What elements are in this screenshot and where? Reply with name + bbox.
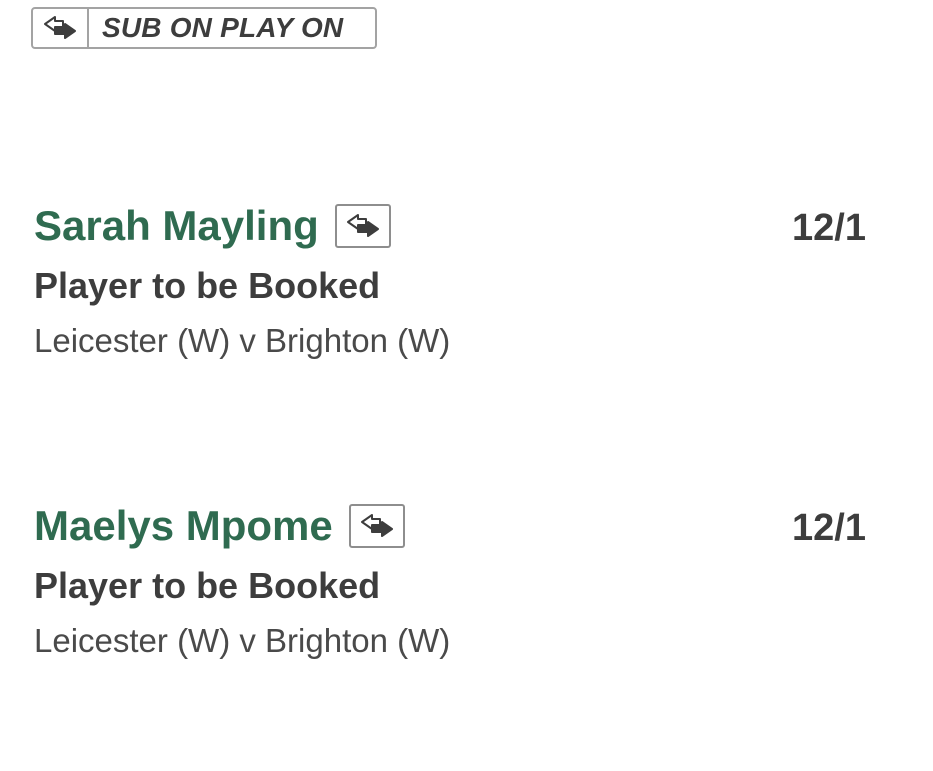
event-name: Leicester (W) v Brighton (W): [34, 322, 451, 359]
sub-on-play-on-badge: SUB ON PLAY ON: [31, 7, 377, 49]
selection-header: Maelys Mpome: [34, 500, 405, 552]
market-name: Player to be Booked: [34, 265, 381, 306]
player-name: Maelys Mpome: [34, 502, 333, 549]
substitution-arrows-icon: [33, 9, 89, 47]
selection-item: Sarah Mayling 12/1 Player to be Booked L…: [34, 200, 894, 360]
selection-header: Sarah Mayling: [34, 200, 391, 252]
badge-label: SUB ON PLAY ON: [102, 12, 344, 43]
player-name: Sarah Mayling: [34, 202, 319, 249]
event-name: Leicester (W) v Brighton (W): [34, 622, 451, 659]
market-name: Player to be Booked: [34, 565, 381, 606]
odds-value: 12/1: [792, 207, 866, 249]
substitution-arrows-icon: [348, 504, 405, 548]
substitution-arrows-icon: [334, 204, 391, 248]
odds-value: 12/1: [792, 507, 866, 549]
selection-item: Maelys Mpome 12/1 Player to be Booked Le…: [34, 500, 894, 660]
